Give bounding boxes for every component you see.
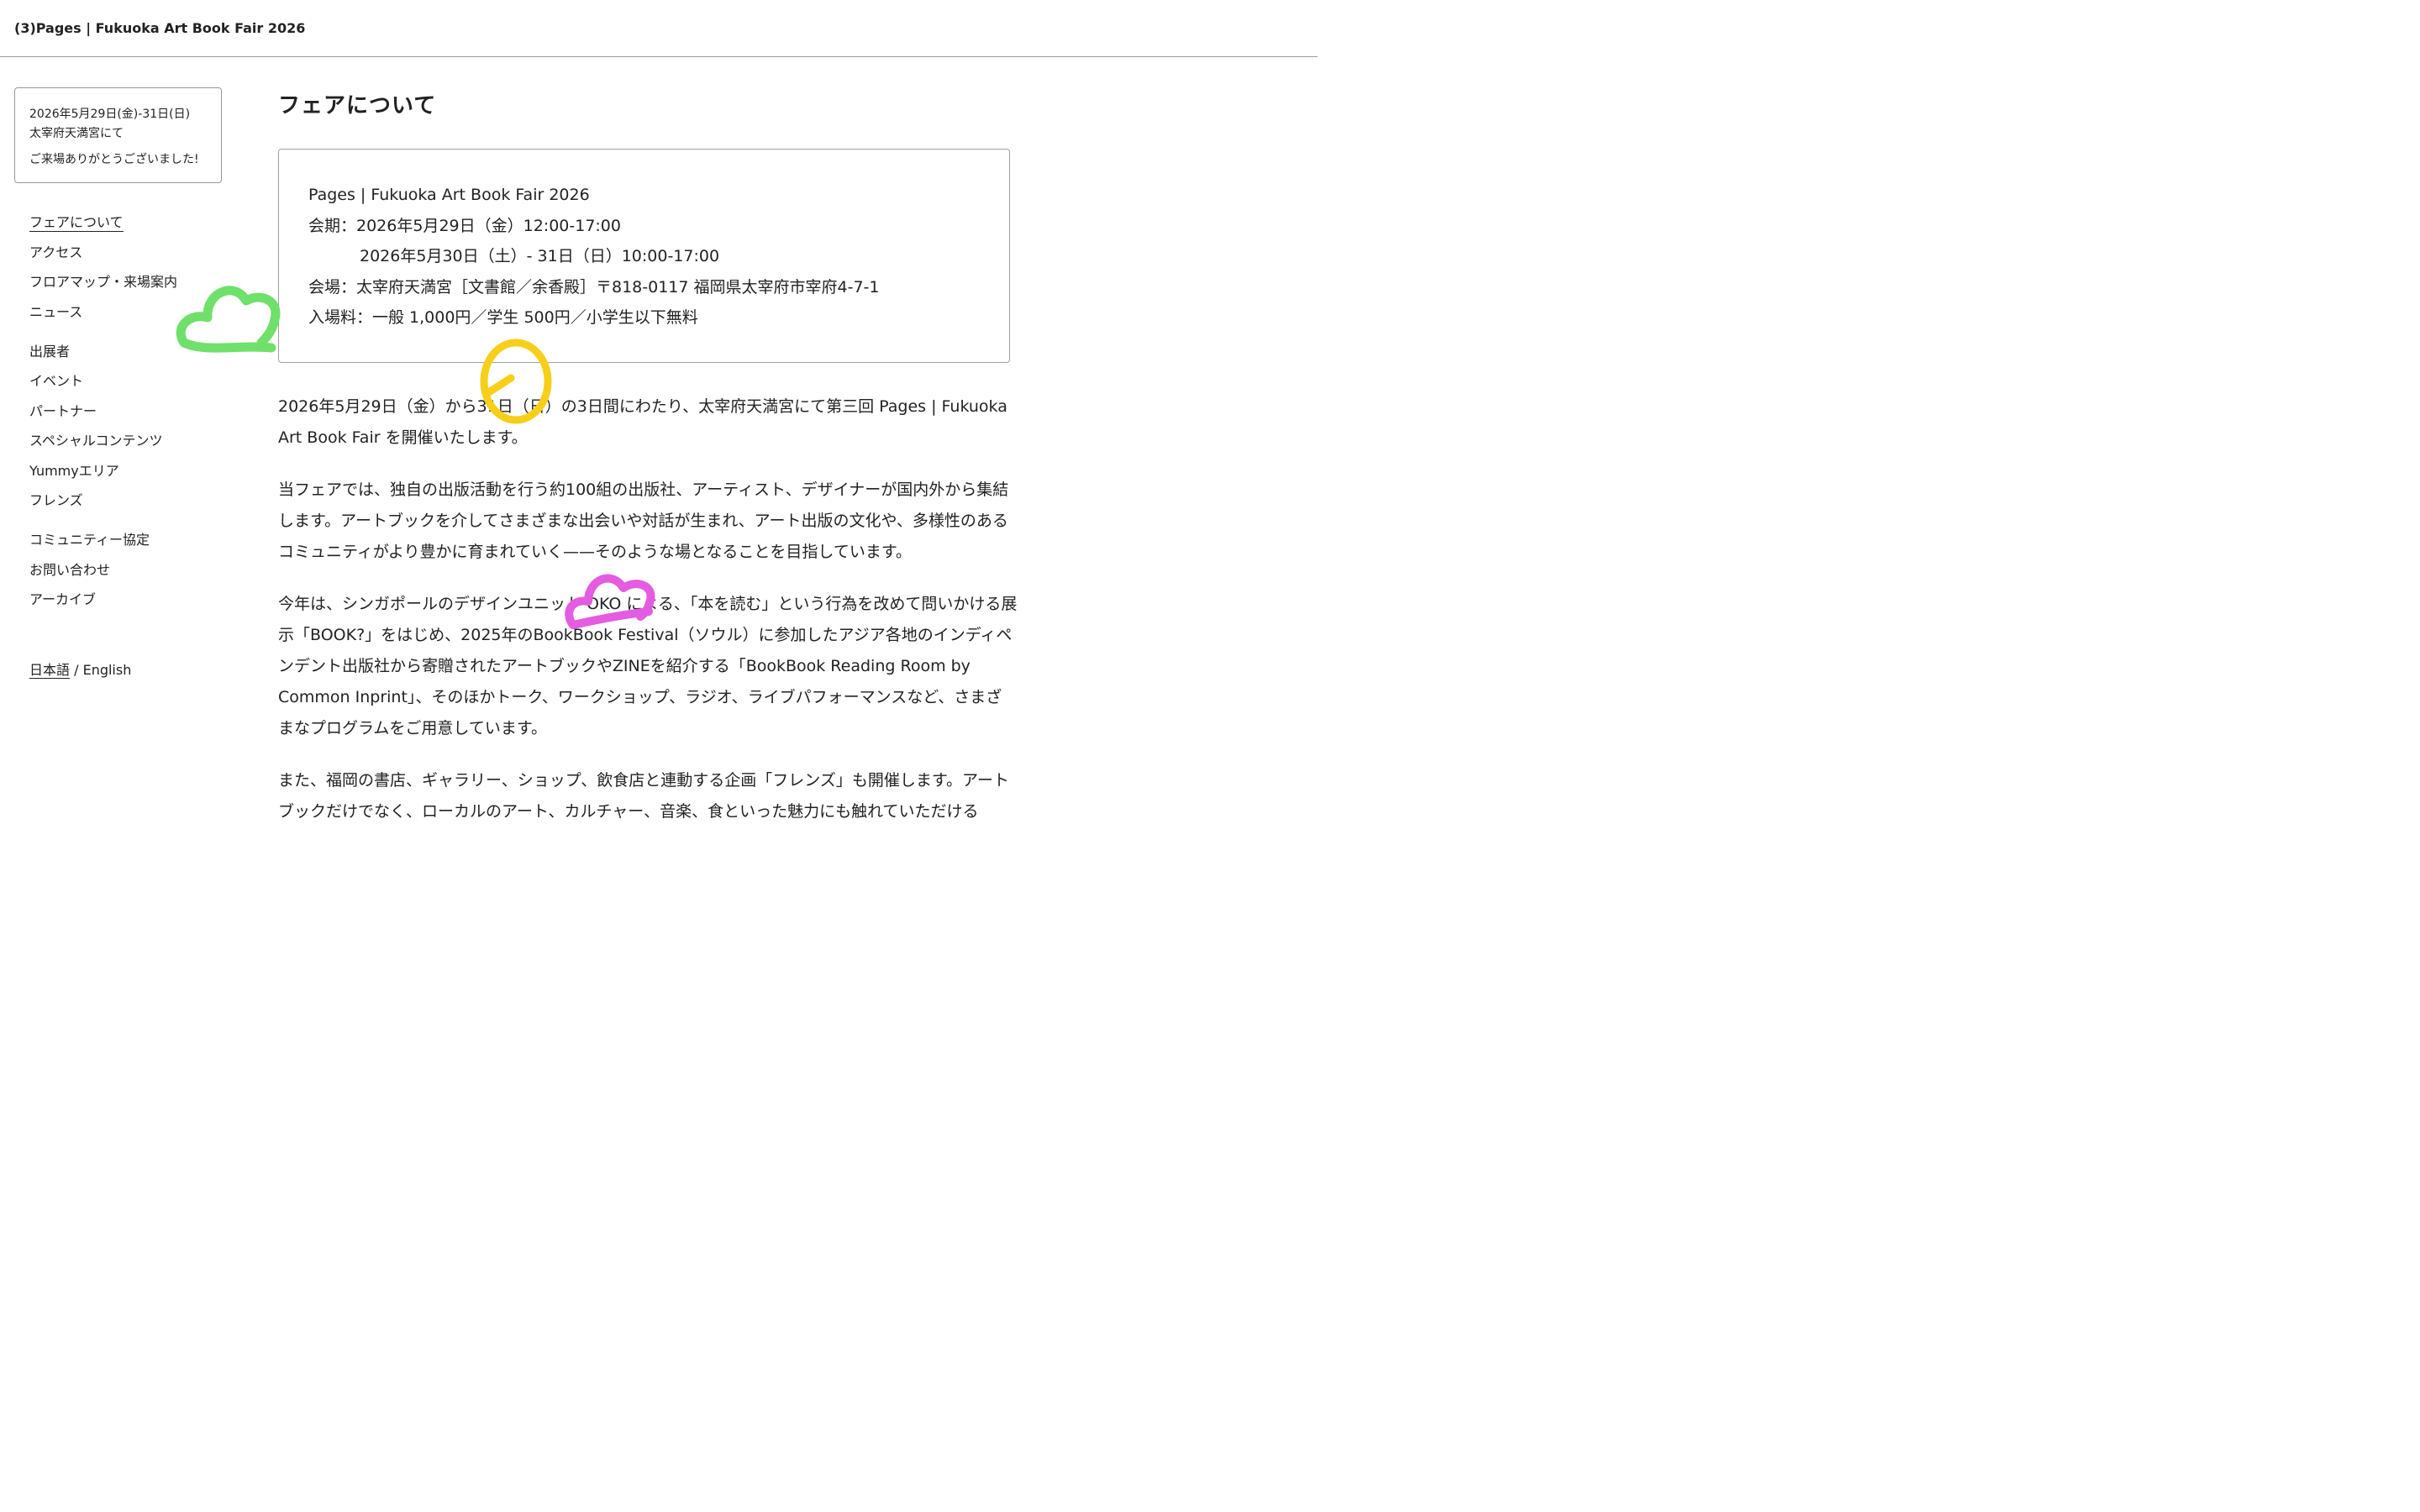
event-info-box: 2026年5月29日(金)-31日(日) 太宰府天満宮にて ご来場ありがとうござ…: [14, 87, 222, 183]
nav-group-info: コミュニティー協定 お問い合わせ アーカイブ: [29, 531, 214, 612]
site-title-link[interactable]: (3)Pages | Fukuoka Art Book Fair 2026: [14, 20, 305, 36]
language-english-link[interactable]: English: [83, 662, 132, 678]
nav-item-special-contents[interactable]: スペシャルコンテンツ: [29, 432, 214, 453]
nav-item-contact[interactable]: お問い合わせ: [29, 561, 214, 582]
language-separator: /: [70, 662, 83, 678]
nav-item-news[interactable]: ニュース: [29, 303, 214, 324]
nav-item-friends[interactable]: フレンズ: [29, 491, 214, 512]
fair-admission: 入場料：一般 1,000円／学生 500円／小学生以下無料: [308, 308, 698, 327]
about-paragraph-intro: 2026年5月29日（金）から31日（日）の3日間にわたり、太宰府天満宮にて第三…: [278, 397, 1007, 447]
nav-item-floor-map[interactable]: フロアマップ・来場案内: [29, 273, 214, 294]
language-japanese-link[interactable]: 日本語: [29, 662, 71, 679]
nav-item-events[interactable]: イベント: [29, 372, 214, 393]
nav-item-exhibitors[interactable]: 出展者: [29, 343, 214, 364]
fair-venue: 会場：太宰府天満宮［文書館／余香殿］〒818-0117 福岡県太宰府市宰府4-7…: [308, 277, 880, 297]
about-paragraph-mission: 当フェアでは、独自の出版活動を行う約100組の出版社、アーティスト、デザイナーが…: [278, 480, 1009, 561]
nav-group-program: 出展者 イベント パートナー スペシャルコンテンツ Yummyエリア フレンズ: [29, 343, 214, 513]
fair-name: Pages | Fukuoka Art Book Fair 2026: [308, 186, 590, 204]
about-paragraph-program: 今年は、シンガポールのデザインユニット OKO による、「本を読む」という行為を…: [278, 595, 1018, 738]
nav-item-community-agreement[interactable]: コミュニティー協定: [29, 531, 214, 552]
side-navigation: フェアについて アクセス フロアマップ・来場案内 ニュース 出展者 イベント パ…: [29, 213, 214, 630]
site-header: (3)Pages | Fukuoka Art Book Fair 2026: [0, 0, 1318, 57]
nav-item-partners[interactable]: パートナー: [29, 402, 214, 423]
event-dates: 2026年5月29日(金)-31日(日): [29, 108, 191, 121]
fair-period-day1: 会期：2026年5月29日（金）12:00-17:00: [308, 216, 621, 235]
page-title: フェアについて: [278, 93, 437, 118]
nav-group-fair: フェアについて アクセス フロアマップ・来場案内 ニュース: [29, 213, 214, 324]
about-paragraph-friends: また、福岡の書店、ギャラリー、ショップ、飲食店と連動する企画「フレンズ」も開催し…: [278, 771, 1009, 821]
event-venue: 太宰府天満宮にて: [29, 127, 124, 140]
about-body: 2026年5月29日（金）から31日（日）の3日間にわたり、太宰府天満宮にて第三…: [278, 391, 1018, 848]
nav-item-access[interactable]: アクセス: [29, 244, 214, 265]
fair-details-box: Pages | Fukuoka Art Book Fair 2026 会期：20…: [278, 149, 1010, 363]
fair-period-day2-3: 2026年5月30日（土）- 31日（日）10:00-17:00: [360, 247, 720, 265]
nav-item-about[interactable]: フェアについて: [29, 213, 214, 234]
thanks-message: ご来場ありがとうございました!: [29, 153, 199, 166]
nav-item-archive[interactable]: アーカイブ: [29, 591, 214, 612]
nav-item-yummy-area[interactable]: Yummyエリア: [29, 462, 214, 483]
language-switcher: 日本語 / English: [29, 659, 131, 679]
